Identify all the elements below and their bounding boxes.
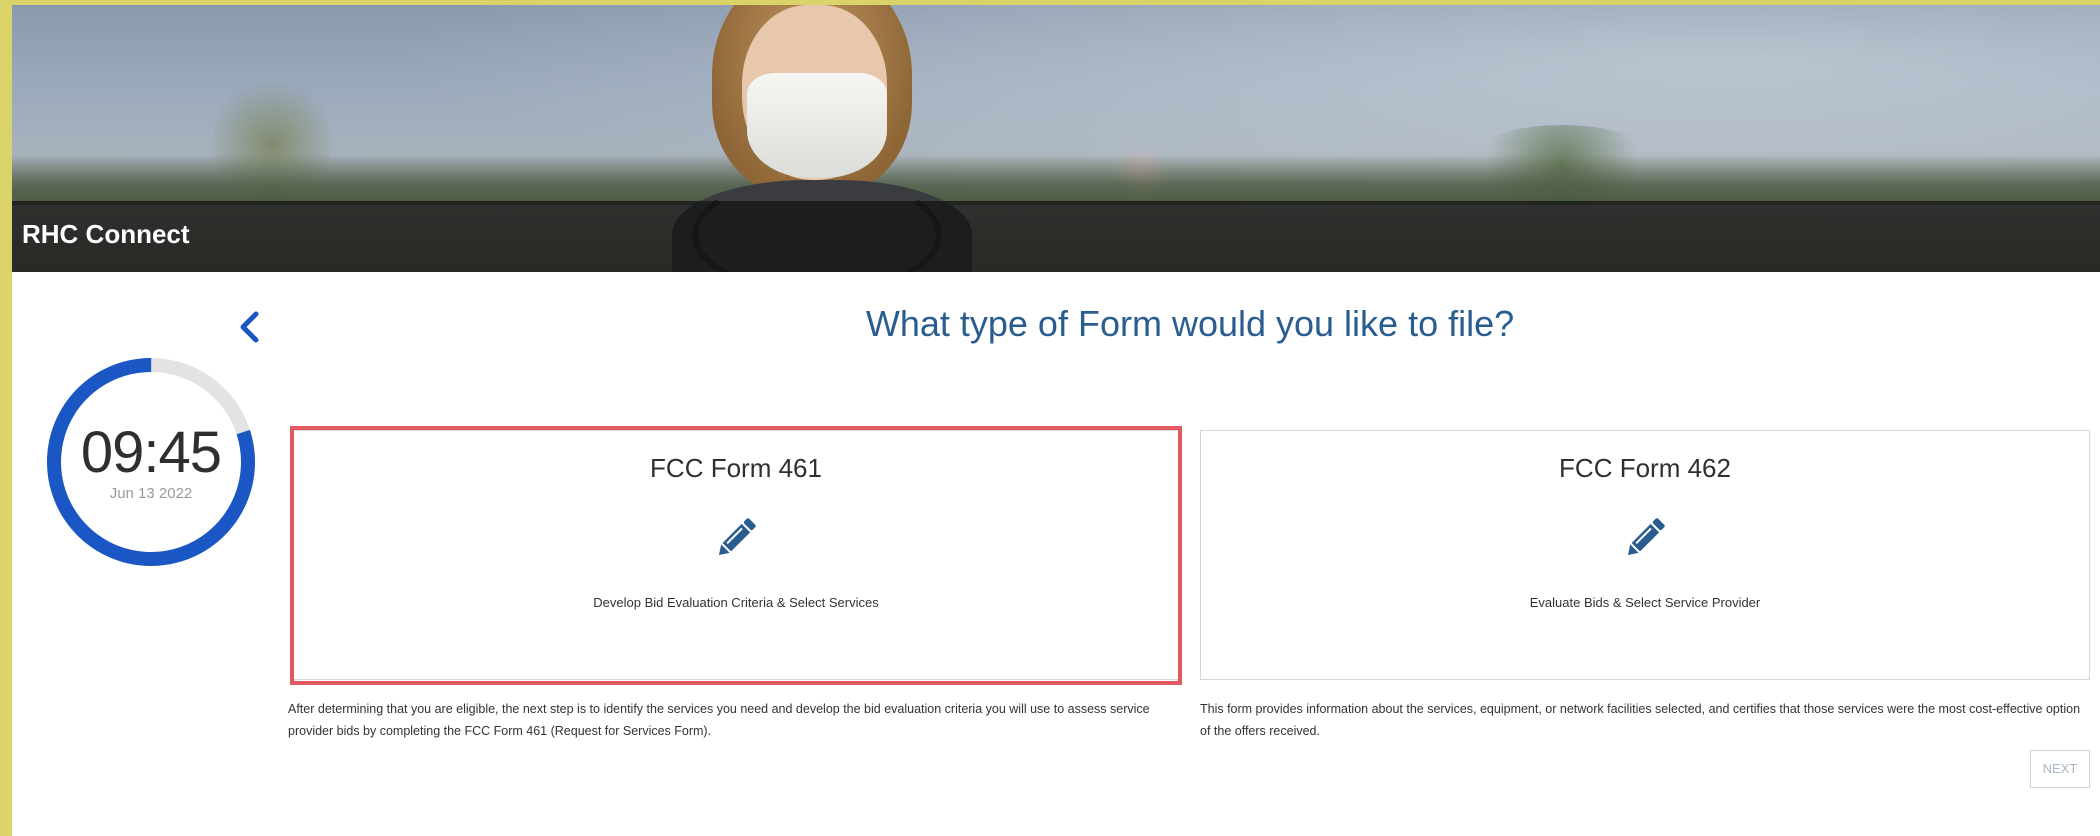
banner-title-bar (12, 201, 2100, 272)
app-title: RHC Connect (22, 219, 190, 249)
form-461-note: After determining that you are eligible,… (288, 702, 1150, 738)
timer-time: 09:45 (80, 420, 222, 485)
card-description: Develop Bid Evaluation Criteria & Select… (593, 595, 879, 610)
form-461-card[interactable]: FCC Form 461 Develop Bid Evaluation Crit… (292, 430, 1180, 680)
pencil-icon (711, 513, 761, 563)
back-button[interactable] (234, 309, 264, 345)
page-title: What type of Form would you like to file… (865, 303, 1515, 344)
banner-treeline (12, 155, 2100, 205)
timer-date: Jun 13 2022 (109, 485, 193, 502)
pencil-icon (1620, 513, 1670, 563)
next-button[interactable]: NEXT (2030, 750, 2090, 788)
chevron-left-icon (240, 311, 259, 343)
form-462-card[interactable]: FCC Form 462 Evaluate Bids & Select Serv… (1200, 430, 2090, 680)
header-banner (12, 5, 2100, 272)
card-title: FCC Form 461 (650, 453, 822, 483)
card-description: Evaluate Bids & Select Service Provider (1529, 595, 1761, 610)
form-462-note: This form provides information about the… (1200, 702, 2081, 738)
session-timer: 09:45 Jun 13 2022 (44, 355, 258, 569)
card-title: FCC Form 462 (1559, 453, 1731, 483)
